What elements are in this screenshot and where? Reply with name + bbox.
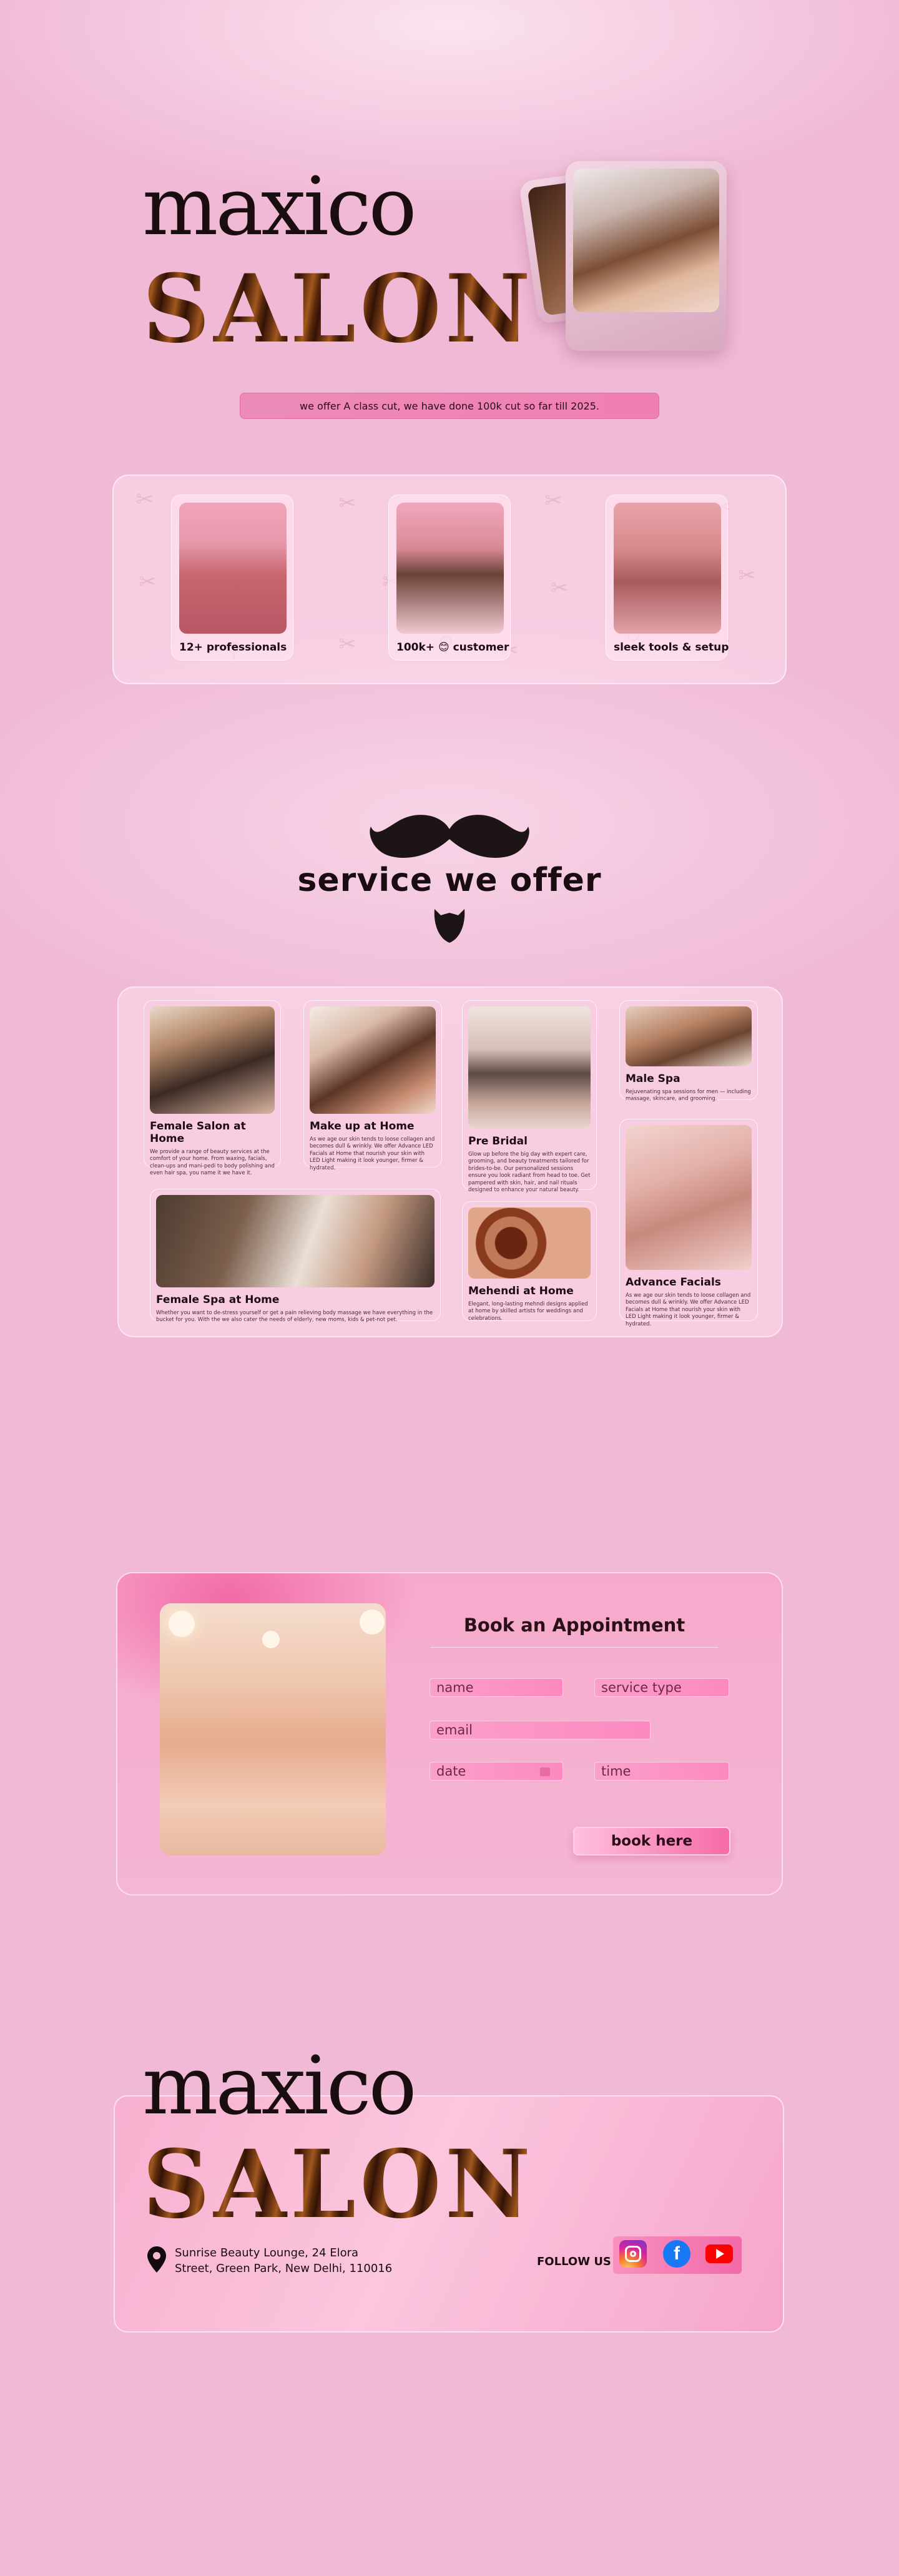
- service-type-placeholder: service type: [601, 1680, 682, 1695]
- stat-customer-photo: [396, 503, 504, 634]
- stat-label: 100k+ 😊 customer: [396, 641, 509, 654]
- address-line-1: Sunrise Beauty Lounge, 24 Elora: [175, 2246, 359, 2259]
- service-card-makeup[interactable]: Make up at Home As we age our skin tends…: [303, 1000, 442, 1171]
- stat-card-tools: sleek tools & setup: [606, 494, 729, 661]
- service-photo: [626, 1125, 752, 1270]
- service-desc: We provide a range of beauty services at…: [150, 1149, 275, 1177]
- footer-brand-salon-lettering: SALON: [142, 2130, 534, 2239]
- beard-icon: [434, 909, 465, 943]
- youtube-icon[interactable]: [705, 2240, 733, 2268]
- date-placeholder: date: [436, 1764, 466, 1779]
- stat-label: 12+ professionals: [179, 641, 287, 654]
- date-input[interactable]: date: [430, 1762, 563, 1781]
- booking-title: Book an Appointment: [463, 1615, 685, 1636]
- hero-photo-front: [566, 161, 727, 351]
- mustache-icon: [370, 815, 529, 858]
- book-here-label: book here: [611, 1833, 693, 1849]
- service-card-pre-bridal[interactable]: Pre Bridal Glow up before the big day wi…: [462, 1000, 597, 1193]
- tagline-banner: we offer A class cut, we have done 100k …: [240, 393, 659, 419]
- service-photo: [156, 1195, 435, 1287]
- service-card-advance-facials[interactable]: Advance Facials As we age our skin tends…: [619, 1119, 758, 1327]
- service-card-female-spa[interactable]: Female Spa at Home Whether you want to d…: [150, 1189, 441, 1324]
- footer-brand-wordmark: maxico: [142, 2040, 417, 2133]
- follow-us-label: FOLLOW US: [537, 2255, 611, 2268]
- hero-stylist-photo: [573, 169, 719, 312]
- service-photo: [468, 1207, 591, 1279]
- service-title: Female Spa at Home: [156, 1294, 280, 1306]
- service-card-female-salon[interactable]: Female Salon at Home We provide a range …: [144, 1000, 281, 1176]
- service-photo: [626, 1006, 752, 1066]
- time-input[interactable]: time: [594, 1762, 729, 1781]
- service-type-select[interactable]: service type: [594, 1678, 729, 1697]
- stat-label: sleek tools & setup: [614, 641, 729, 654]
- service-desc: Elegant, long-lasting mehndi designs app…: [468, 1301, 588, 1322]
- email-input[interactable]: email: [430, 1721, 651, 1739]
- calendar-icon[interactable]: [540, 1767, 550, 1776]
- service-card-male-spa[interactable]: Male Spa Rejuvenating spa sessions for m…: [619, 1000, 758, 1103]
- service-desc: Glow up before the big day with expert c…: [468, 1151, 591, 1194]
- booking-title-divider: [431, 1647, 718, 1648]
- book-here-button[interactable]: book here: [573, 1827, 730, 1856]
- social-links-bar: f: [613, 2236, 742, 2274]
- service-photo: [310, 1006, 436, 1114]
- service-desc: As we age our skin tends to loose collag…: [626, 1292, 751, 1327]
- service-title: Mehendi at Home: [468, 1285, 574, 1297]
- stat-card-customers: 100k+ 😊 customer: [388, 494, 511, 661]
- stat-professional-photo: [179, 503, 287, 634]
- footer-address: Sunrise Beauty Lounge, 24 Elora Street, …: [175, 2245, 392, 2276]
- location-pin-icon: [147, 2246, 166, 2273]
- service-photo: [468, 1006, 591, 1129]
- booking-salon-photo: [160, 1603, 386, 1856]
- instagram-icon[interactable]: [619, 2240, 647, 2268]
- tagline-text: we offer A class cut, we have done 100k …: [300, 400, 599, 412]
- service-title: Male Spa: [626, 1073, 680, 1085]
- service-photo: [150, 1006, 275, 1114]
- service-desc: As we age our skin tends to loose collag…: [310, 1136, 435, 1171]
- service-title: Female Salon at Home: [150, 1120, 246, 1145]
- service-title: Pre Bridal: [468, 1135, 528, 1148]
- name-input[interactable]: name: [430, 1678, 563, 1697]
- brand-wordmark: maxico: [142, 160, 417, 253]
- service-card-mehendi[interactable]: Mehendi at Home Elegant, long-lasting me…: [462, 1201, 597, 1322]
- facebook-icon[interactable]: f: [663, 2240, 690, 2268]
- service-title: Advance Facials: [626, 1276, 721, 1289]
- brand-salon-lettering: SALON: [142, 254, 534, 364]
- service-title: Make up at Home: [310, 1120, 415, 1133]
- services-heading: service we offer: [297, 862, 602, 899]
- address-line-2: Street, Green Park, New Delhi, 110016: [175, 2262, 393, 2276]
- time-placeholder: time: [601, 1764, 631, 1779]
- service-desc: Rejuvenating spa sessions for men — incl…: [626, 1089, 751, 1103]
- stat-tools-photo: [614, 503, 721, 634]
- email-placeholder: email: [436, 1723, 473, 1738]
- stat-card-professionals: 12+ professionals: [171, 494, 293, 661]
- service-desc: Whether you want to de-stress yourself o…: [156, 1310, 433, 1324]
- name-placeholder: name: [436, 1680, 474, 1695]
